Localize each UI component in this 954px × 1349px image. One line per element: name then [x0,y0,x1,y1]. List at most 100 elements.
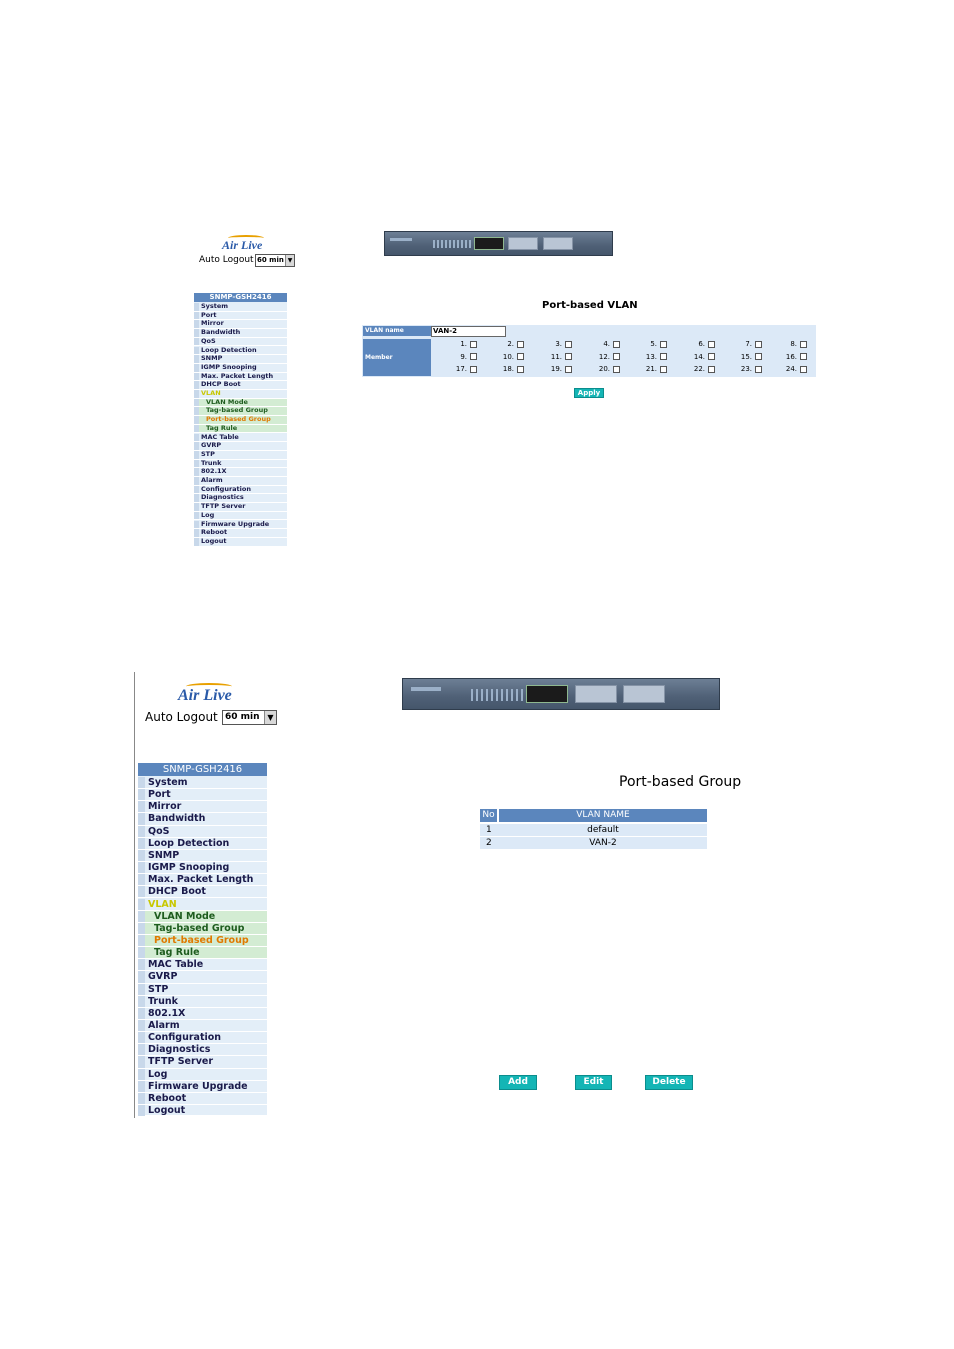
edit-button[interactable]: Edit [575,1075,612,1090]
sidebar-item-tftp-server[interactable]: TFTP Server [138,1056,267,1069]
auto-logout-value: 60 min [225,712,260,722]
port-checkbox-4[interactable]: 4. [580,340,620,348]
port-checkbox-8[interactable]: 8. [767,340,807,348]
sidebar-item-tag-based-group[interactable]: Tag-based Group [138,922,267,935]
port-checkbox-2[interactable]: 2. [484,340,524,348]
sidebar-item-dhcp-boot[interactable]: DHCP Boot [138,886,267,899]
row-name[interactable]: VAN-2 [499,837,707,849]
checkbox-icon[interactable] [613,340,620,348]
checkbox-icon[interactable] [470,353,477,360]
row-name[interactable]: default [499,824,707,836]
top-screenshot: Air Live Auto Logout 60 min ▼ SNMP-GSH24… [0,0,954,600]
auto-logout-select[interactable]: 60 min ▼ [255,254,295,267]
vlan-name-input[interactable]: VAN-2 [431,326,506,337]
port-checkbox-14[interactable]: 14. [675,353,715,361]
port-checkbox-13[interactable]: 13. [627,353,667,361]
sidebar-item-loop-detection[interactable]: Loop Detection [138,837,267,850]
menu-marker [138,1007,145,1019]
sidebar-item-logout[interactable]: Logout [138,1105,267,1118]
port-checkbox-12[interactable]: 12. [580,353,620,361]
checkbox-icon[interactable] [565,353,572,360]
checkbox-icon[interactable] [565,365,572,373]
checkbox-icon[interactable] [517,340,524,348]
port-checkbox-10[interactable]: 10. [484,353,524,361]
port-checkbox-21[interactable]: 21. [627,365,667,373]
sidebar-item-logout[interactable]: Logout [194,537,287,547]
delete-button[interactable]: Delete [645,1075,693,1090]
checkbox-icon[interactable] [800,365,807,373]
checkbox-icon[interactable] [517,365,524,373]
checkbox-icon[interactable] [660,340,667,348]
port-checkbox-1[interactable]: 1. [437,340,477,348]
port-checkbox-6[interactable]: 6. [675,340,715,348]
checkbox-icon[interactable] [470,365,477,373]
sidebar-item-max-packet-length[interactable]: Max. Packet Length [138,874,267,887]
port-checkbox-19[interactable]: 19. [532,365,572,373]
port-checkbox-17[interactable]: 17. [437,365,477,373]
auto-logout-select[interactable]: 60 min ▼ [222,710,277,725]
sidebar-item-port[interactable]: Port [138,789,267,802]
sidebar-item-alarm[interactable]: Alarm [138,1020,267,1033]
checkbox-icon[interactable] [755,340,762,348]
sidebar-item-tag-rule[interactable]: Tag Rule [138,947,267,960]
checkbox-icon[interactable] [708,353,715,360]
sidebar-item-label: Port-based Group [206,415,271,424]
sidebar-item-vlan-mode[interactable]: VLAN Mode [138,910,267,923]
switch-panel-graphic [402,678,720,710]
checkbox-icon[interactable] [708,365,715,373]
sidebar-item-stp[interactable]: STP [138,983,267,996]
sidebar-item-label: SNMP [201,354,223,363]
sidebar-item-vlan[interactable]: VLAN [138,898,267,911]
sidebar-item-reboot[interactable]: Reboot [138,1092,267,1106]
table-row[interactable]: 1 default [480,824,707,836]
chevron-down-icon[interactable]: ▼ [285,255,294,266]
sidebar-item-trunk[interactable]: Trunk [138,995,267,1008]
checkbox-icon[interactable] [755,353,762,360]
checkbox-icon[interactable] [660,353,667,360]
checkbox-icon[interactable] [517,353,524,360]
sidebar-item-igmp-snooping[interactable]: IGMP Snooping [138,862,267,875]
menu-marker [138,886,145,898]
sidebar-item-qos[interactable]: QoS [138,825,267,838]
vlan-form-table: VLAN name VAN-2 Member 1. 2. 3. 4. 5. 6. 7. 8. 9… [362,325,816,377]
checkbox-icon[interactable] [470,340,477,348]
checkbox-icon[interactable] [755,365,762,373]
port-checkbox-11[interactable]: 11. [532,353,572,361]
sidebar-item-log[interactable]: Log [138,1068,267,1081]
checkbox-icon[interactable] [800,353,807,360]
checkbox-icon[interactable] [800,340,807,348]
port-checkbox-24[interactable]: 24. [767,365,807,373]
sidebar-item-gvrp[interactable]: GVRP [138,971,267,984]
port-checkbox-15[interactable]: 15. [722,353,762,361]
port-checkbox-22[interactable]: 22. [675,365,715,373]
checkbox-icon[interactable] [565,340,572,348]
port-checkbox-3[interactable]: 3. [532,340,572,348]
checkbox-icon[interactable] [613,365,620,373]
sidebar-item-system[interactable]: System [138,777,267,790]
apply-button[interactable]: Apply [574,388,604,398]
checkbox-icon[interactable] [708,340,715,348]
add-button[interactable]: Add [499,1075,537,1090]
port-label: 4. [603,340,610,348]
sidebar-item-port-based-group[interactable]: Port-based Group [138,934,267,948]
checkbox-icon[interactable] [660,365,667,373]
sidebar-item-mirror[interactable]: Mirror [138,801,267,814]
port-checkbox-7[interactable]: 7. [722,340,762,348]
sidebar-item-snmp[interactable]: SNMP [138,849,267,863]
sidebar-item-802-1x[interactable]: 802.1X [138,1007,267,1020]
port-checkbox-9[interactable]: 9. [437,353,477,361]
sidebar-item-configuration[interactable]: Configuration [138,1032,267,1045]
table-row[interactable]: 2 VAN-2 [480,837,707,849]
checkbox-icon[interactable] [613,353,620,360]
port-checkbox-23[interactable]: 23. [722,365,762,373]
port-checkbox-20[interactable]: 20. [580,365,620,373]
sidebar-item-mac-table[interactable]: MAC Table [138,959,267,972]
port-checkbox-16[interactable]: 16. [767,353,807,361]
sidebar-item-diagnostics[interactable]: Diagnostics [138,1044,267,1057]
port-checkbox-5[interactable]: 5. [627,340,667,348]
sidebar-item-firmware-upgrade[interactable]: Firmware Upgrade [138,1080,267,1093]
port-checkbox-18[interactable]: 18. [484,365,524,373]
port-label: 1. [460,340,467,348]
sidebar-item-bandwidth[interactable]: Bandwidth [138,813,267,826]
chevron-down-icon[interactable]: ▼ [264,711,276,724]
